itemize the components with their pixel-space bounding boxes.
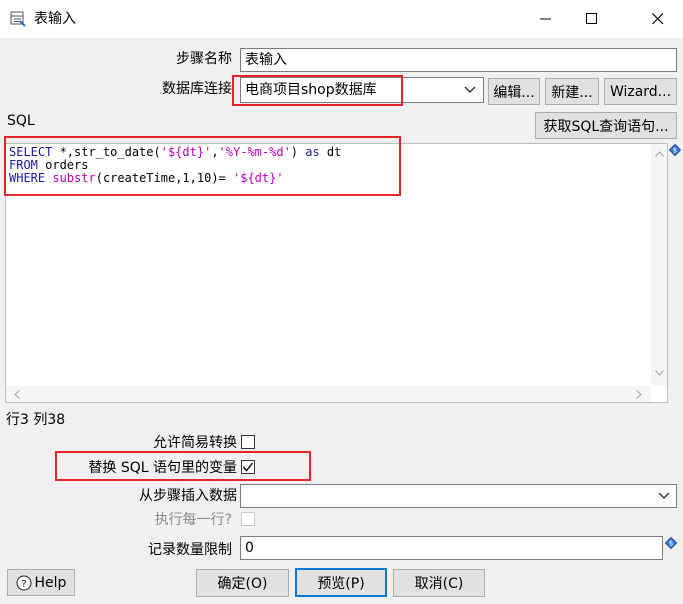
sql-token: '%Y-%m-%d': [218, 145, 291, 159]
sql-code[interactable]: SELECT *,str_to_date('${dt}','%Y-%m-%d')…: [6, 144, 667, 187]
sql-token: '${dt}': [160, 145, 212, 159]
variable-diamond-icon: $: [669, 144, 681, 156]
insert-data-from-step-select[interactable]: [240, 484, 677, 508]
execute-each-row-label: 执行每一行?: [154, 512, 232, 528]
scroll-left-icon[interactable]: [14, 390, 20, 399]
replace-variables-label: 替换 SQL 语句里的变量: [88, 460, 237, 476]
sql-token: dt: [319, 145, 342, 159]
sql-line: SELECT *,str_to_date('${dt}','%Y-%m-%d')…: [9, 146, 664, 159]
svg-text:?: ?: [21, 579, 26, 590]
sql-line: WHERE substr(createTime,1,10)= '${dt}': [9, 172, 664, 185]
help-button[interactable]: ? Help: [7, 569, 75, 596]
replace-variables-checkbox[interactable]: [241, 460, 255, 474]
maximize-button[interactable]: [569, 0, 615, 38]
step-name-input[interactable]: 表输入: [240, 48, 677, 72]
sql-token: (createTime,1,10)=: [95, 171, 233, 185]
allow-lazy-conversion-checkbox[interactable]: [241, 435, 255, 449]
title-bar: 表输入: [0, 0, 683, 38]
limit-input[interactable]: 0: [240, 536, 663, 560]
insert-data-from-step-label: 从步骤插入数据: [139, 488, 237, 504]
sql-token: orders: [37, 158, 89, 172]
sql-token: SELECT: [9, 145, 53, 159]
connection-select-value: 电商项目shop数据库: [245, 82, 377, 98]
sql-token: FROM: [9, 158, 38, 172]
get-sql-button[interactable]: 获取SQL查询语句...: [535, 112, 677, 139]
close-window-button[interactable]: [632, 0, 683, 38]
svg-text:$: $: [673, 147, 677, 155]
minimize-icon: [540, 18, 551, 20]
step-name-label: 步骤名称: [176, 51, 232, 67]
cursor-position-label: 行3 列38: [6, 412, 66, 428]
vertical-scrollbar[interactable]: [651, 144, 667, 386]
limit-label: 记录数量限制: [148, 542, 232, 558]
help-icon: ?: [16, 575, 32, 590]
execute-each-row-checkbox[interactable]: [241, 512, 255, 526]
sql-token: WHERE: [9, 171, 46, 185]
sql-token: '${dt}': [233, 171, 284, 185]
edit-connection-button[interactable]: 编辑...: [488, 78, 540, 105]
checkmark-icon: [242, 462, 254, 472]
cancel-button[interactable]: 取消(C): [393, 569, 485, 597]
help-button-label: Help: [34, 574, 67, 591]
chevron-down-icon: [464, 86, 476, 93]
scroll-up-icon[interactable]: [655, 151, 664, 157]
ok-button[interactable]: 确定(O): [196, 569, 289, 597]
sql-token: as: [305, 145, 320, 159]
table-input-icon: [10, 11, 26, 27]
wizard-button[interactable]: Wizard...: [604, 78, 677, 105]
window-title: 表输入: [34, 11, 76, 27]
close-icon: [651, 13, 663, 25]
maximize-icon: [586, 13, 597, 24]
sql-token: substr: [52, 171, 96, 185]
variable-diamond-icon: $: [665, 537, 677, 549]
connection-label: 数据库连接: [162, 81, 232, 97]
scroll-down-icon[interactable]: [655, 370, 664, 376]
preview-button[interactable]: 预览(P): [295, 568, 387, 597]
new-connection-button[interactable]: 新建...: [545, 78, 599, 105]
sql-token: *,str_to_date(: [52, 145, 161, 159]
scroll-right-icon[interactable]: [636, 390, 642, 399]
minimize-button[interactable]: [523, 0, 569, 38]
svg-text:$: $: [669, 540, 673, 548]
sql-token: ,: [211, 145, 219, 159]
sql-label: SQL: [7, 113, 35, 129]
sql-editor[interactable]: SELECT *,str_to_date('${dt}','%Y-%m-%d')…: [5, 143, 668, 403]
sql-token: ): [290, 145, 306, 159]
horizontal-scrollbar[interactable]: [6, 386, 651, 402]
chevron-down-icon: [658, 492, 670, 499]
connection-select[interactable]: 电商项目shop数据库: [240, 77, 484, 103]
allow-lazy-conversion-label: 允许简易转换: [153, 435, 237, 451]
